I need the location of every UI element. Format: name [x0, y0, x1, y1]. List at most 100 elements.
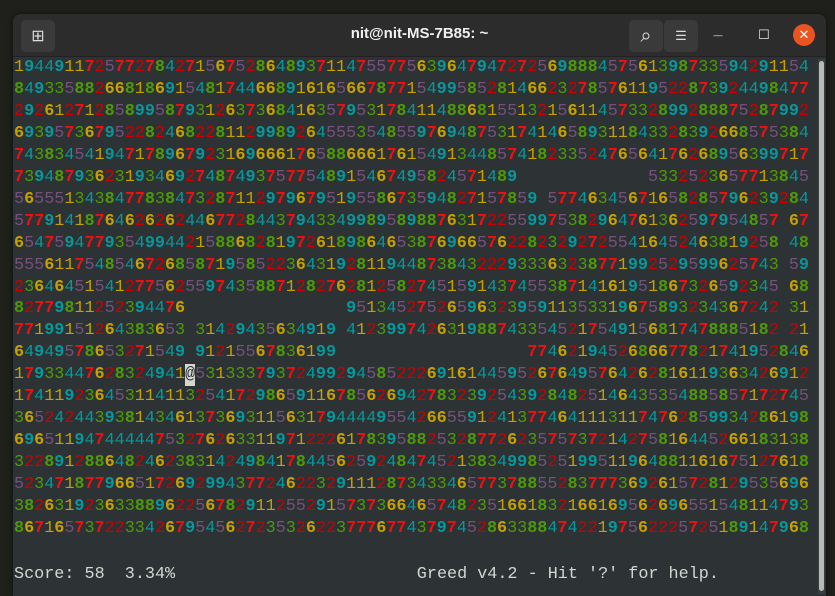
- maximize-button[interactable]: ☐: [753, 24, 775, 46]
- grid-digit: 8: [738, 497, 749, 516]
- grid-digit: 7: [24, 321, 35, 341]
- grid-empty: [286, 298, 296, 320]
- grid-digit: 3: [426, 58, 437, 77]
- terminal-content[interactable]: 1944911725772784271567528648937114755775…: [14, 57, 817, 596]
- grid-digit: 9: [356, 211, 367, 231]
- grid-digit: 1: [144, 343, 155, 363]
- grid-digit: 2: [547, 453, 558, 473]
- grid-digit: 1: [587, 101, 598, 121]
- grid-digit: 3: [14, 409, 25, 429]
- grid-digit: 9: [708, 365, 719, 385]
- grid-digit: 2: [134, 211, 145, 231]
- grid-digit: 3: [567, 211, 578, 231]
- grid-digit: 7: [637, 189, 648, 209]
- grid-digit: 4: [748, 365, 759, 385]
- grid-digit: 9: [245, 145, 256, 165]
- grid-digit: 7: [124, 145, 135, 165]
- grid-digit: 5: [486, 189, 498, 209]
- scrollbar-thumb[interactable]: [819, 61, 824, 591]
- grid-digit: 5: [295, 497, 306, 516]
- grid-digit: 8: [476, 101, 487, 121]
- grid-digit: 1: [376, 101, 387, 121]
- grid-digit: 6: [164, 518, 176, 538]
- close-button[interactable]: ✕: [793, 24, 815, 46]
- new-tab-button[interactable]: ⊞: [21, 20, 55, 52]
- grid-digit: 6: [728, 123, 739, 143]
- grid-digit: 9: [285, 233, 296, 253]
- grid-digit: 3: [235, 365, 246, 385]
- grid-digit: 3: [446, 387, 457, 407]
- grid-digit: 8: [486, 321, 498, 341]
- grid-digit: 3: [114, 497, 125, 516]
- grid-digit: 6: [507, 497, 518, 516]
- grid-digit: 1: [205, 453, 216, 473]
- grid-digit: 2: [34, 497, 45, 516]
- grid-digit: 6: [416, 497, 427, 516]
- grid-digit: 5: [154, 277, 165, 297]
- grid-digit: 1: [376, 145, 387, 165]
- grid-digit: 1: [64, 453, 75, 473]
- grid-digit: 8: [778, 343, 789, 363]
- grid-digit: 1: [567, 497, 578, 516]
- scrollbar[interactable]: [818, 59, 825, 594]
- grid-digit: 2: [134, 365, 145, 385]
- grid-digit: 2: [175, 58, 186, 77]
- grid-digit: 6: [24, 518, 35, 538]
- grid-digit: 9: [74, 497, 85, 516]
- grid-digit: 2: [235, 518, 246, 538]
- grid-digit: 3: [215, 409, 226, 429]
- grid-digit: 8: [476, 321, 487, 341]
- grid-digit: 4: [617, 211, 628, 231]
- grid-digit: 2: [255, 518, 266, 538]
- grid-digit: 6: [708, 277, 719, 297]
- grid-digit: 8: [84, 211, 95, 231]
- grid-digit: 6: [164, 167, 176, 187]
- grid-digit: 1: [597, 497, 608, 516]
- grid-row: 6547594779354994421588682819726189864653…: [14, 233, 809, 255]
- grid-digit: 8: [728, 321, 739, 341]
- search-button[interactable]: ⌕: [629, 20, 663, 52]
- grid-digit: 2: [668, 123, 679, 143]
- grid-digit: 7: [617, 58, 628, 77]
- grid-digit: 2: [587, 145, 598, 165]
- grid-digit: 2: [175, 277, 186, 297]
- grid-digit: 9: [185, 518, 196, 538]
- grid-digit: 9: [275, 431, 286, 451]
- grid-digit: 2: [34, 453, 45, 473]
- grid-digit: 6: [175, 475, 186, 495]
- grid-digit: 9: [336, 475, 347, 495]
- grid-digit: 7: [84, 58, 95, 77]
- grid-digit: 4: [215, 387, 226, 407]
- grid-digit: 2: [557, 497, 568, 516]
- grid-digit: 6: [84, 123, 95, 143]
- grid-digit: 9: [325, 321, 337, 341]
- grid-digit: 9: [325, 343, 337, 363]
- grid-digit: 8: [275, 79, 286, 99]
- grid-digit: 1: [134, 145, 145, 165]
- grid-digit: 2: [577, 233, 588, 253]
- grid-digit: 3: [557, 255, 568, 275]
- grid-digit: 8: [658, 101, 669, 121]
- grid-digit: 4: [587, 277, 598, 297]
- grid-digit: 5: [325, 189, 337, 209]
- grid-digit: 9: [617, 497, 628, 516]
- grid-digit: 7: [134, 277, 145, 297]
- grid-digit: 3: [265, 518, 276, 538]
- grid-digit: 4: [265, 453, 276, 473]
- grid-digit: 3: [547, 233, 558, 253]
- grid-digit: 4: [517, 145, 528, 165]
- grid-digit: 6: [104, 211, 115, 231]
- grid-digit: 9: [466, 277, 477, 297]
- grid-digit: 8: [215, 189, 226, 209]
- grid-digit: 4: [647, 409, 659, 429]
- grid-digit: 8: [658, 431, 669, 451]
- grid-digit: 8: [124, 79, 135, 99]
- grid-digit: 6: [426, 409, 437, 429]
- grid-digit: 5: [597, 79, 608, 99]
- grid-digit: 8: [134, 497, 145, 516]
- minimize-button[interactable]: —: [707, 24, 729, 46]
- grid-digit: 8: [678, 123, 689, 143]
- menu-button[interactable]: ☰: [664, 20, 698, 52]
- grid-digit: 5: [104, 299, 115, 319]
- grid-digit: 2: [195, 387, 206, 407]
